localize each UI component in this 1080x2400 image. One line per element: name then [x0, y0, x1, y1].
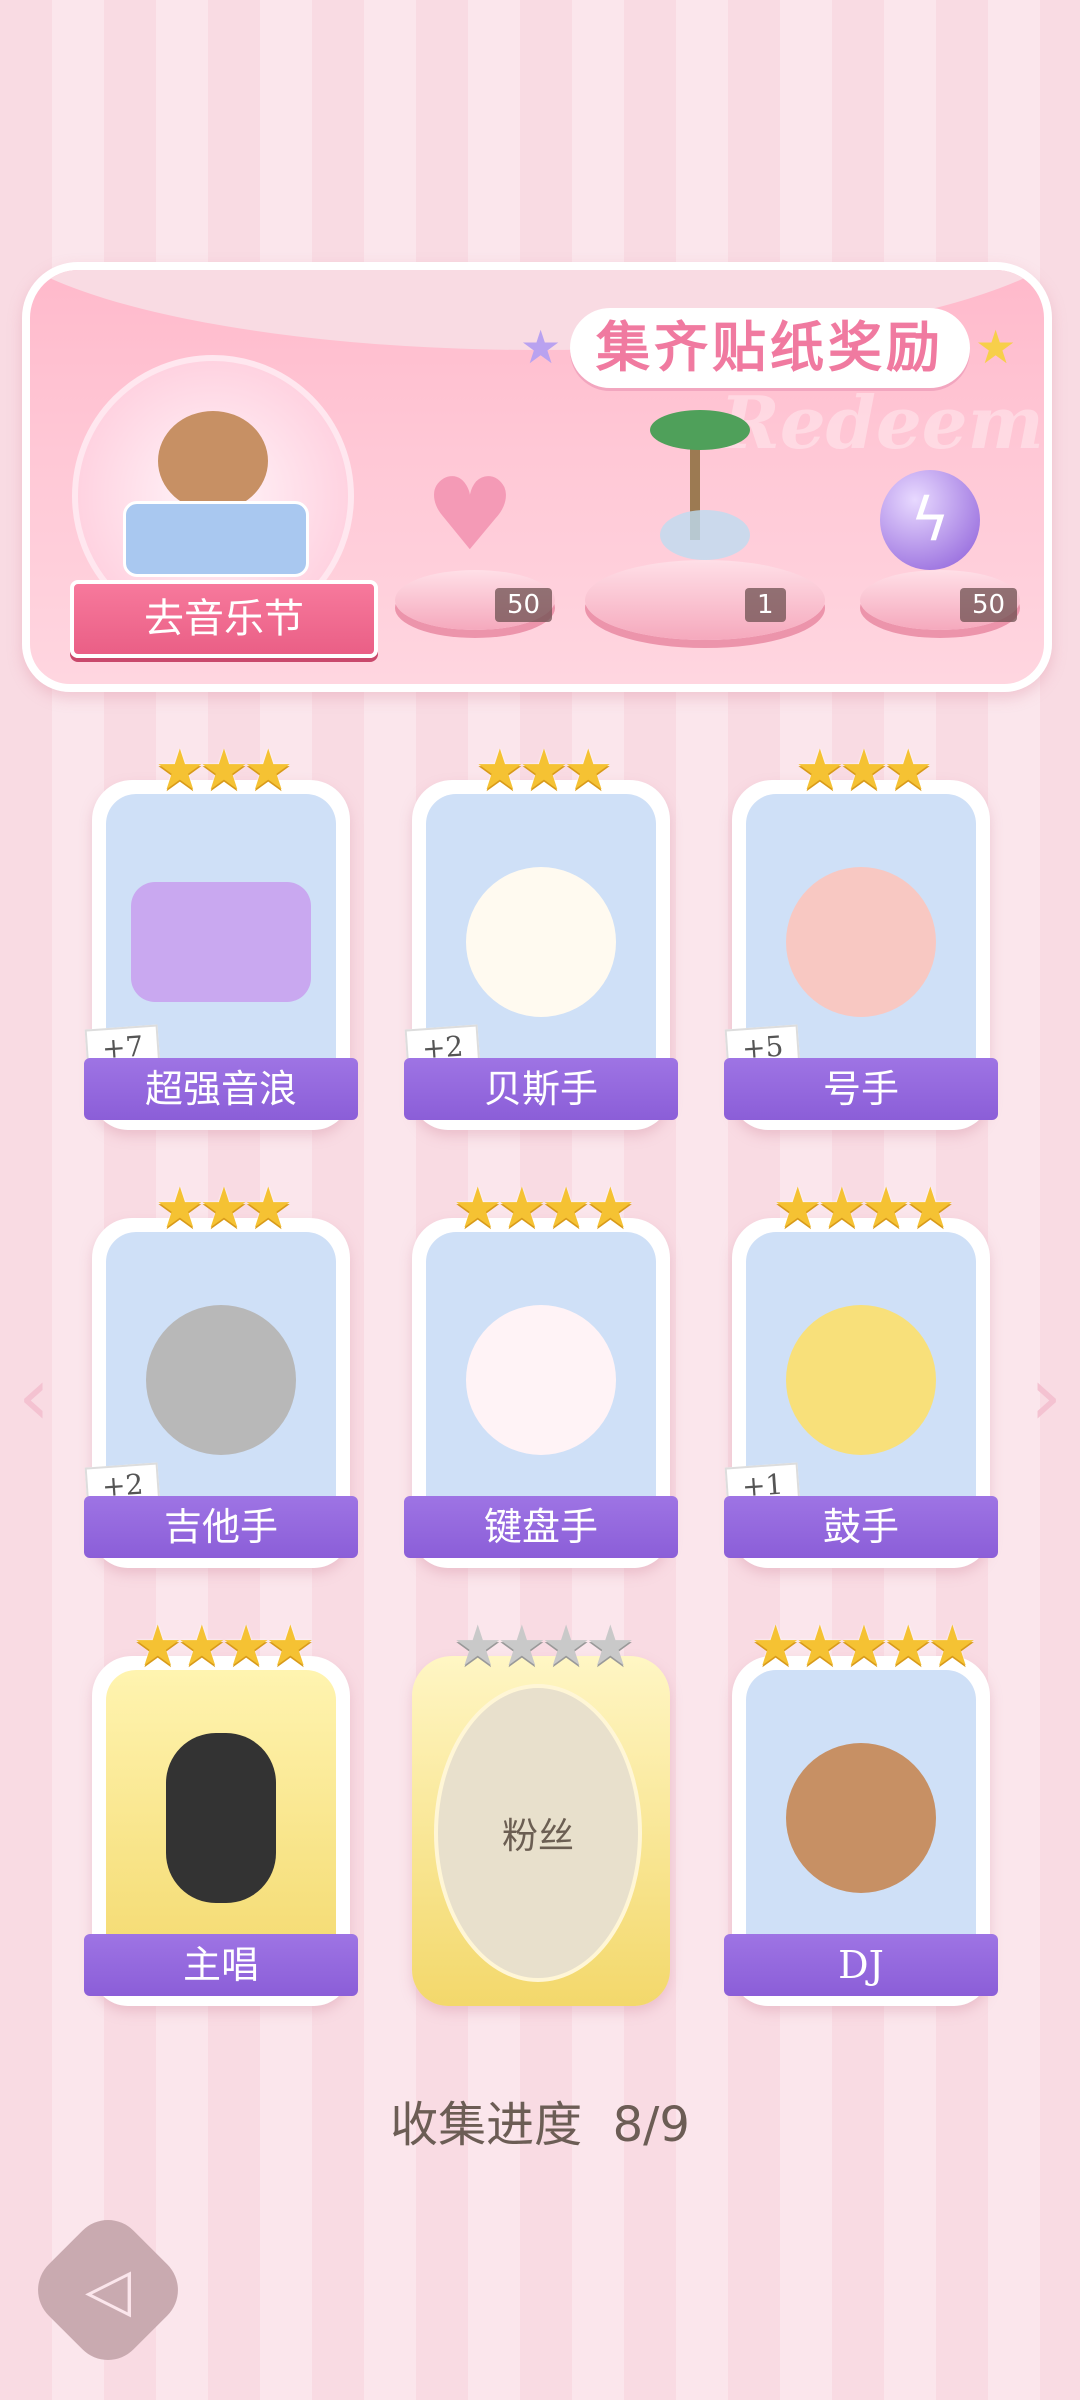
bear-bass-icon [466, 867, 616, 1018]
cat-guitar-icon [146, 1305, 296, 1456]
card-label: 键盘手 [404, 1496, 678, 1558]
card-label: 超强音浪 [84, 1058, 358, 1120]
dog-drums-icon [786, 1305, 936, 1456]
star-icon: ★ [975, 320, 1017, 374]
boombox-icon [131, 882, 311, 1003]
sticker-card[interactable]: ★★★★ 键盘手 [404, 1176, 678, 1568]
next-page-arrow[interactable]: › [1030, 1350, 1062, 1443]
sticker-card[interactable]: ★★★★★ DJ [724, 1614, 998, 2006]
sticker-card[interactable]: ★★★ +2 贝斯手 [404, 738, 678, 1130]
pink-heart-gem-icon[interactable]: ♥ [420, 465, 520, 565]
sticker-card[interactable]: ★★★★ +1 鼓手 [724, 1176, 998, 1568]
star-icon: ★ [520, 320, 562, 374]
reward-count: 1 [745, 588, 786, 622]
sticker-card[interactable]: ★★★ +2 吉他手 [84, 1176, 358, 1568]
reward-count: 50 [495, 588, 553, 622]
back-arrow-icon: ◁ [84, 2255, 132, 2325]
pig-sax-icon [786, 867, 936, 1018]
bear-dj-icon [786, 1743, 936, 1894]
card-label: 主唱 [84, 1934, 358, 1996]
previous-page-arrow[interactable]: ‹ [18, 1350, 50, 1443]
banner-title: 集齐贴纸奖励 [570, 308, 970, 388]
card-label: 鼓手 [724, 1496, 998, 1558]
locked-sticker-card[interactable]: ★★★★ 粉丝 [412, 1614, 670, 2006]
sticker-card[interactable]: ★★★ +7 超强音浪 [84, 738, 358, 1130]
palm-island-icon[interactable] [640, 390, 760, 560]
redeem-watermark: Redeem [720, 380, 1044, 465]
reward-count: 50 [960, 588, 1018, 622]
card-label: 号手 [724, 1058, 998, 1120]
card-label: 贝斯手 [404, 1058, 678, 1120]
card-label: DJ [724, 1934, 998, 1996]
card-label: 吉他手 [84, 1496, 358, 1558]
sticker-card[interactable]: ★★★★ 主唱 [84, 1614, 358, 2006]
sticker-card[interactable]: ★★★ +5 号手 [724, 738, 998, 1130]
bunny-keytar-icon [466, 1305, 616, 1456]
locked-slot-icon: 粉丝 [434, 1684, 642, 1982]
singer-icon [166, 1733, 276, 1904]
reward-pedestal [585, 560, 825, 640]
progress-label: 收集进度 [390, 2097, 583, 2153]
sticker-reward-banner: Redeem ★ 集齐贴纸奖励 ★ 去音乐节 ♥ 50 1 ϟ 50 [22, 262, 1052, 692]
star-rating: ★★★★ [452, 1614, 636, 1679]
collection-progress: 收集进度 8/9 [0, 2085, 1080, 2155]
progress-value: 8/9 [612, 2097, 690, 2153]
go-music-festival-button[interactable]: 去音乐节 [70, 580, 378, 658]
back-button[interactable]: ◁ [23, 2205, 193, 2375]
purple-energy-orb-icon[interactable]: ϟ [880, 470, 980, 570]
